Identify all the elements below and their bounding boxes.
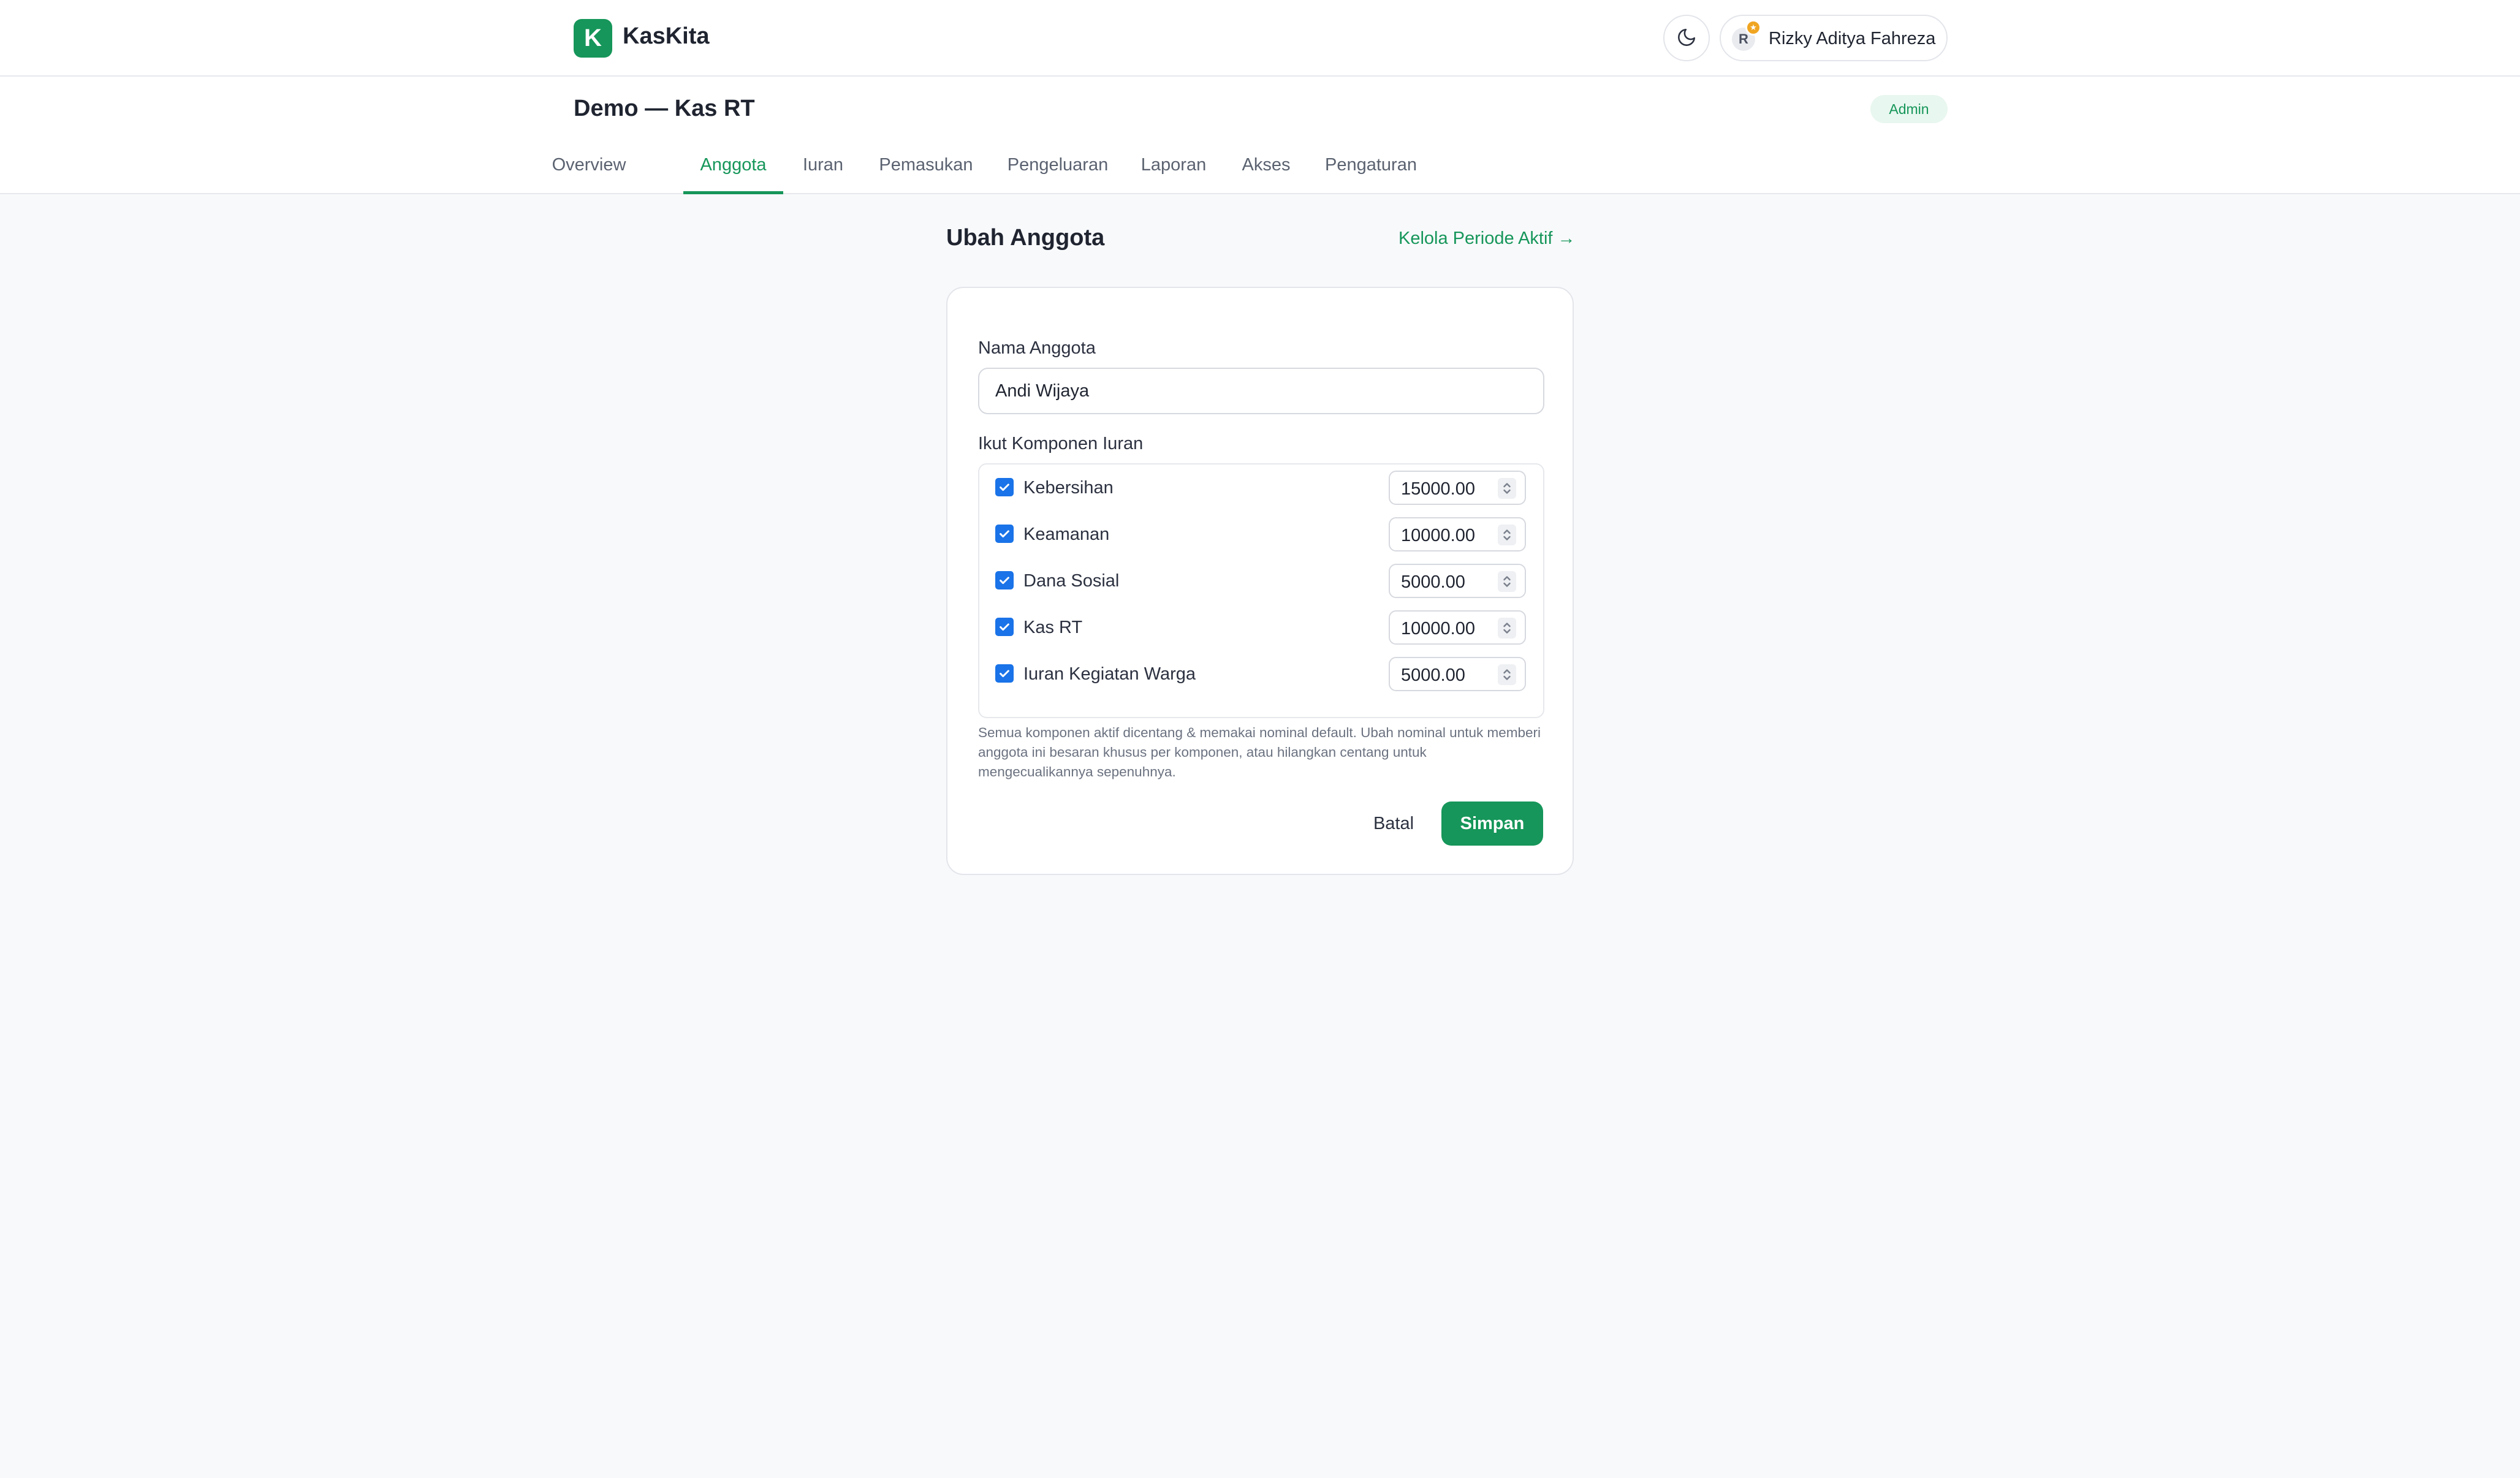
- amount-value: 5000.00: [1401, 665, 1465, 685]
- user-name: Rizky Aditya Fahreza: [1769, 29, 1936, 48]
- save-button[interactable]: Simpan: [1441, 802, 1543, 846]
- component-label: Keamanan: [1023, 525, 1110, 544]
- theme-toggle-button[interactable]: [1663, 15, 1710, 61]
- tab-pengaturan[interactable]: Pengaturan: [1322, 145, 1420, 194]
- amount-value: 10000.00: [1401, 619, 1475, 639]
- stepper-icon[interactable]: [1498, 525, 1516, 545]
- workspace-header: Demo — Kas RT Admin Overview Anggota Iur…: [0, 77, 2520, 194]
- amount-value: 15000.00: [1401, 479, 1475, 499]
- stepper-icon[interactable]: [1498, 478, 1516, 499]
- stepper-icon[interactable]: [1498, 571, 1516, 592]
- tab-akses[interactable]: Akses: [1240, 145, 1292, 194]
- amount-input[interactable]: 5000.00: [1389, 564, 1526, 598]
- list-item: Kas RT 10000.00: [979, 604, 1543, 651]
- component-label: Dana Sosial: [1023, 571, 1120, 591]
- help-text: Semua komponen aktif dicentang & memakai…: [978, 725, 1541, 779]
- member-name-input[interactable]: [978, 368, 1544, 414]
- tab-overview[interactable]: Overview: [552, 145, 626, 194]
- moon-icon: [1676, 27, 1697, 50]
- list-item: Keamanan 10000.00: [979, 511, 1543, 558]
- tab-laporan[interactable]: Laporan: [1138, 145, 1209, 194]
- component-label: Kebersihan: [1023, 478, 1114, 498]
- member-name-label: Nama Anggota: [978, 338, 1096, 358]
- amount-input[interactable]: 15000.00: [1389, 471, 1526, 505]
- tab-anggota[interactable]: Anggota: [683, 145, 783, 194]
- amount-input[interactable]: 10000.00: [1389, 517, 1526, 551]
- amount-input[interactable]: 10000.00: [1389, 610, 1526, 645]
- stepper-icon[interactable]: [1498, 618, 1516, 639]
- app-logo[interactable]: K: [574, 19, 612, 58]
- component-checkbox[interactable]: [995, 571, 1014, 589]
- amount-value: 10000.00: [1401, 526, 1475, 545]
- component-checkbox[interactable]: [995, 525, 1014, 543]
- list-item: Kebersihan 15000.00: [979, 464, 1543, 511]
- app-name: KasKita: [623, 23, 710, 49]
- form-title: Ubah Anggota: [946, 225, 1105, 251]
- tab-pengeluaran[interactable]: Pengeluaran: [1004, 145, 1111, 194]
- component-label: Iuran Kegiatan Warga: [1023, 664, 1196, 684]
- component-checkbox[interactable]: [995, 664, 1014, 683]
- stepper-icon[interactable]: [1498, 664, 1516, 685]
- component-label: Kas RT: [1023, 618, 1083, 637]
- components-list: Kebersihan 15000.00 Keamanan 10000.00 Da…: [978, 463, 1544, 718]
- tab-iuran[interactable]: Iuran: [801, 145, 845, 194]
- star-icon: ★: [1745, 20, 1761, 36]
- list-item: Dana Sosial 5000.00: [979, 558, 1543, 604]
- tab-pemasukan[interactable]: Pemasukan: [877, 145, 975, 194]
- manage-active-period-link[interactable]: Kelola Periode Aktif →: [1399, 229, 1576, 249]
- page-title: Demo — Kas RT: [574, 96, 755, 121]
- role-badge: Admin: [1870, 95, 1948, 123]
- user-menu-button[interactable]: R ★ Rizky Aditya Fahreza: [1720, 15, 1948, 61]
- cancel-button[interactable]: Batal: [1357, 802, 1430, 846]
- amount-input[interactable]: 5000.00: [1389, 657, 1526, 691]
- member-form-card: Nama Anggota Ikut Komponen Iuran Kebersi…: [946, 287, 1574, 875]
- list-item: Iuran Kegiatan Warga 5000.00: [979, 651, 1543, 697]
- component-checkbox[interactable]: [995, 618, 1014, 636]
- top-bar: K KasKita R ★ Rizky Aditya Fahreza: [0, 0, 2520, 77]
- amount-value: 5000.00: [1401, 572, 1465, 592]
- component-checkbox[interactable]: [995, 478, 1014, 496]
- components-label: Ikut Komponen Iuran: [978, 434, 1144, 453]
